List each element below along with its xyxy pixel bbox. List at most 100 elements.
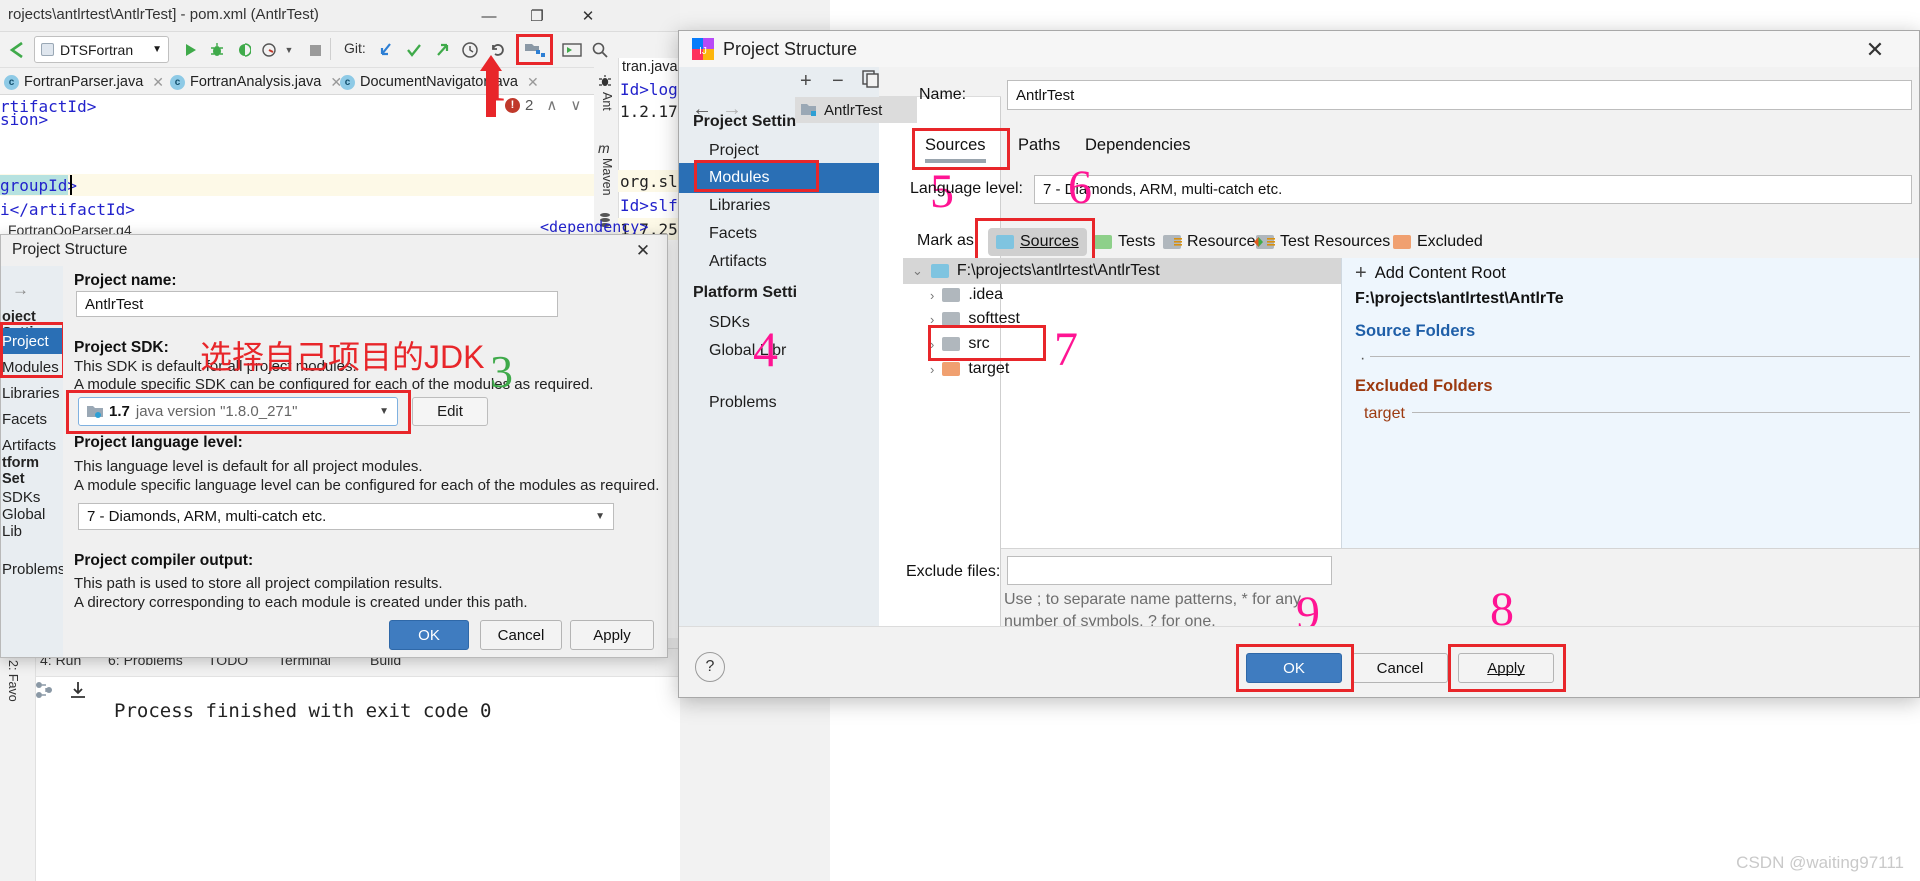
dialog-title: Project Structure	[12, 241, 128, 258]
language-level-combo[interactable]: 7 - Diamonds, ARM, multi-catch etc.	[1034, 175, 1912, 204]
svg-text:IJ: IJ	[699, 46, 707, 57]
project-structure-highlight-box	[516, 34, 553, 65]
sidebar-item-facets[interactable]: Facets	[0, 406, 62, 432]
back-arrow-icon[interactable]	[6, 38, 28, 62]
minimize-icon[interactable]: —	[466, 0, 512, 32]
mark-as-excluded-button[interactable]: Excluded	[1385, 228, 1491, 256]
source-folder-divider	[1370, 356, 1910, 357]
java-class-icon: c	[340, 74, 355, 90]
project-name-input[interactable]: AntlrTest	[76, 291, 558, 317]
chevron-down-icon[interactable]: ▼	[282, 38, 296, 62]
content-root-tree[interactable]	[1001, 258, 1341, 548]
cancel-button-small[interactable]: Cancel	[480, 620, 562, 650]
mark-as-test-resources-button[interactable]: Test Resources	[1248, 228, 1398, 256]
run-icon[interactable]	[180, 38, 202, 62]
debug-icon[interactable]	[206, 38, 228, 62]
mark-as-tests-button[interactable]: Tests	[1086, 228, 1163, 256]
ok-button-small[interactable]: OK	[389, 620, 469, 650]
chevron-down-icon[interactable]: ▼	[595, 511, 605, 522]
close-icon[interactable]: ✕	[527, 74, 539, 91]
tab-paths[interactable]: Paths	[1018, 136, 1060, 155]
apply-button-small[interactable]: Apply	[570, 620, 654, 650]
tool-window-maven[interactable]: Maven	[600, 158, 614, 196]
module-icon	[801, 103, 818, 117]
tree-item-idea[interactable]: › .idea	[930, 282, 1003, 308]
annotation-box-apply	[1448, 644, 1566, 692]
close-icon[interactable]: ✕	[152, 74, 164, 91]
mark-as-label-test-resources: Test Resources	[1280, 233, 1391, 250]
project-language-level-combo[interactable]: 7 - Diamonds, ARM, multi-catch etc. ▼	[78, 503, 614, 530]
sidebar-item-sdks[interactable]: SDKs	[679, 308, 879, 338]
project-name-label: Project name:	[74, 272, 177, 289]
folder-icon	[930, 264, 949, 278]
exclude-files-input[interactable]	[1007, 556, 1332, 585]
chevron-down-icon[interactable]: ∨	[570, 96, 581, 114]
cancel-button[interactable]: Cancel	[1352, 653, 1448, 683]
sidebar-item-libraries[interactable]: Libraries	[679, 191, 879, 221]
run-configuration-selector[interactable]: DTSFortran ▼	[34, 36, 169, 63]
chevron-right-icon[interactable]: ›	[930, 362, 934, 377]
folder-icon	[942, 362, 961, 376]
chevron-right-icon[interactable]: ›	[930, 288, 934, 303]
source-folder-entry[interactable]: ·	[1360, 350, 1365, 368]
annotation-box-src	[928, 325, 1046, 361]
add-content-root-button[interactable]: + Add Content Root	[1355, 262, 1506, 285]
maximize-icon[interactable]: ❐	[514, 0, 560, 32]
editor-tab-documentnavigator[interactable]: c DocumentNavigator.java ✕	[340, 70, 539, 94]
remove-module-button[interactable]: −	[832, 70, 844, 93]
module-name-input[interactable]: AntlrTest	[1007, 80, 1912, 110]
close-icon[interactable]: ✕	[565, 0, 611, 32]
toolbar-divider	[330, 38, 331, 60]
sidebar-item-global-libraries[interactable]: Global Libr	[679, 336, 879, 366]
sidebar-item-artifacts[interactable]: Artifacts	[679, 247, 879, 277]
project-language-level-label: Project language level:	[74, 434, 243, 451]
close-icon[interactable]: ✕	[1855, 36, 1895, 64]
forward-arrow-icon[interactable]: →	[12, 280, 29, 300]
folder-icon	[942, 288, 961, 302]
chevron-down-icon[interactable]: ⌄	[912, 263, 923, 279]
profile-icon[interactable]	[258, 38, 280, 62]
tree-item-root[interactable]: ⌄ F:\projects\antlrtest\AntlrTest	[912, 258, 1160, 284]
editor-tab-fortranparser[interactable]: c FortranParser.java ✕	[4, 70, 164, 94]
toolwindow-favorites[interactable]: 2: Favo	[6, 660, 20, 702]
debug-strip-icon[interactable]	[598, 74, 612, 88]
lang-description-line2: A module specific language level can be …	[74, 477, 660, 494]
resources-folder-icon	[1163, 235, 1182, 249]
run-anything-icon[interactable]	[560, 38, 584, 62]
folder-icon	[942, 312, 961, 326]
run-with-coverage-icon[interactable]	[232, 38, 254, 62]
test-resources-folder-icon	[1254, 235, 1275, 249]
mark-as-label-excluded: Excluded	[1417, 233, 1483, 250]
chevron-down-icon: ▼	[152, 44, 162, 55]
update-project-icon[interactable]	[375, 38, 397, 62]
close-icon[interactable]: ✕	[630, 240, 656, 262]
excluded-folder-entry-target[interactable]: target	[1364, 405, 1405, 423]
annotation-number-8: 8	[1490, 583, 1514, 636]
help-button[interactable]: ?	[695, 652, 725, 682]
add-module-button[interactable]: +	[800, 70, 812, 93]
tab-dependencies[interactable]: Dependencies	[1085, 136, 1191, 155]
edit-sdk-button[interactable]: Edit	[412, 397, 488, 426]
excluded-folder-divider	[1412, 412, 1910, 413]
sidebar-item-libraries[interactable]: Libraries	[0, 380, 62, 406]
code-line: groupId>	[0, 176, 78, 195]
error-badge[interactable]: ! 2 ∧ ∨	[505, 96, 581, 114]
copy-module-icon[interactable]	[862, 70, 880, 88]
sidebar-item-facets[interactable]: Facets	[679, 219, 879, 249]
sidebar-item-problems[interactable]: Problems	[0, 556, 65, 582]
dialog-title: Project Structure	[723, 39, 858, 59]
compiler-description-line1: This path is used to store all project c…	[74, 575, 443, 592]
editor-tab-fortrananalysis[interactable]: c FortranAnalysis.java ✕	[170, 70, 342, 94]
structure-icon[interactable]	[34, 680, 54, 700]
module-list-item-antlrtest[interactable]: AntlrTest	[795, 97, 917, 123]
commit-icon[interactable]	[403, 38, 425, 62]
annotation-box-sources-tab	[912, 128, 1010, 170]
excluded-folder-icon	[1393, 235, 1411, 249]
chevron-up-icon[interactable]: ∧	[546, 96, 557, 114]
download-icon[interactable]	[68, 680, 88, 700]
module-label: AntlrTest	[824, 101, 883, 119]
sidebar-item-global-libraries[interactable]: Global Lib	[0, 506, 62, 540]
tool-window-ant[interactable]: Ant	[600, 92, 614, 111]
push-icon[interactable]	[431, 38, 453, 62]
sidebar-item-problems[interactable]: Problems	[679, 388, 879, 418]
